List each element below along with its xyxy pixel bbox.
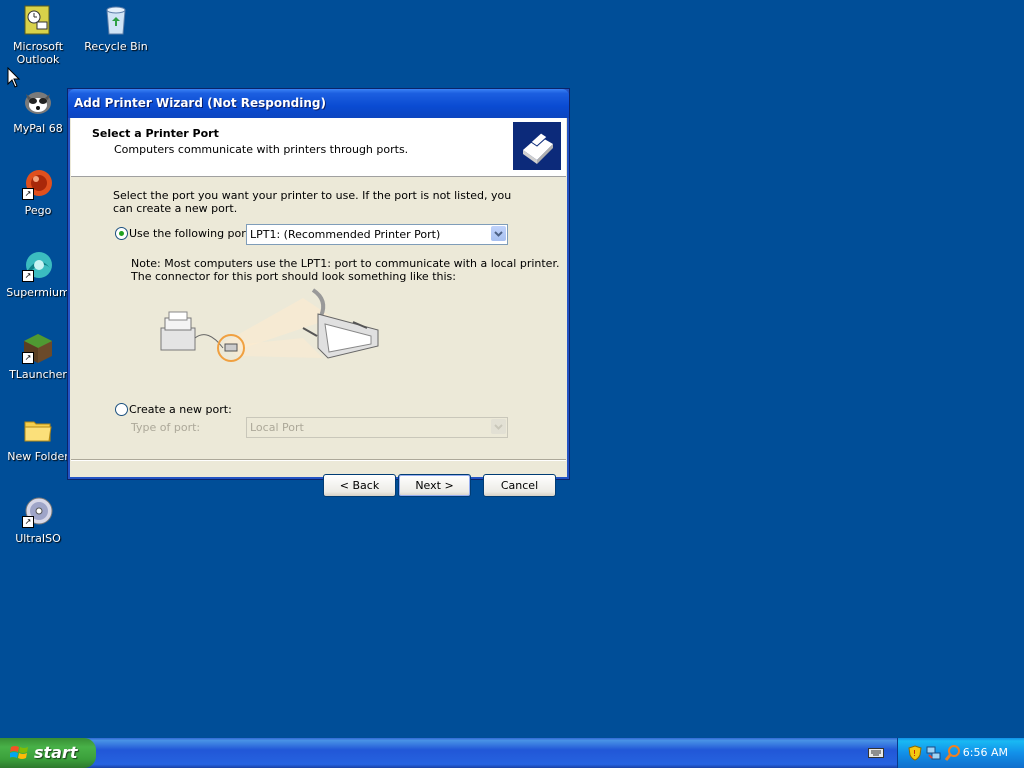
radio-selected-dot: [119, 231, 124, 236]
create-port-radio[interactable]: [115, 403, 128, 416]
port-select[interactable]: LPT1: (Recommended Printer Port): [246, 224, 508, 245]
chevron-down-icon: [494, 231, 503, 237]
shortcut-arrow-icon: ↗: [22, 270, 34, 282]
printer-header-icon: [513, 122, 561, 170]
port-type-select: Local Port: [246, 417, 508, 438]
mouse-cursor-icon: [7, 67, 21, 88]
window-title: Add Printer Wizard (Not Responding): [74, 96, 327, 110]
dropdown-button: [491, 419, 506, 434]
desktop-icon-label: Recycle Bin: [84, 40, 148, 53]
start-button[interactable]: start: [0, 738, 96, 768]
wizard-header: Select a Printer Port Computers communic…: [71, 118, 566, 177]
network-icon[interactable]: [926, 745, 942, 761]
desktop-icon-label: MyPal 68: [13, 122, 63, 135]
shortcut-arrow-icon: ↗: [22, 516, 34, 528]
supermium-icon: ↗: [22, 250, 54, 282]
desktop-icon-tlauncher[interactable]: ↗ TLauncher: [0, 332, 76, 381]
mypal-icon: [22, 86, 54, 118]
desktop-icon-pego[interactable]: ↗ Pego: [0, 168, 76, 217]
page-subtitle: Computers communicate with printers thro…: [114, 143, 409, 156]
use-port-radio[interactable]: [115, 227, 128, 240]
use-port-label[interactable]: Use the following port:: [129, 227, 254, 240]
shortcut-arrow-icon: ↗: [22, 352, 34, 364]
port-type-value: Local Port: [250, 421, 304, 434]
recycle-bin-icon: [100, 4, 132, 36]
desktop-icon-label: New Folder: [7, 450, 69, 463]
chevron-down-icon: [494, 424, 503, 430]
note-line-2: The connector for this port should look …: [131, 270, 456, 283]
dropdown-button[interactable]: [491, 226, 506, 241]
desktop-icon-label: UltraISO: [15, 532, 61, 545]
clock[interactable]: 6:56 AM: [963, 746, 1008, 759]
type-of-port-label: Type of port:: [131, 421, 201, 434]
create-port-label[interactable]: Create a new port:: [129, 403, 232, 416]
shortcut-arrow-icon: ↗: [22, 188, 34, 200]
tlauncher-icon: ↗: [22, 332, 54, 364]
desktop-icon-label: Pego: [24, 204, 52, 217]
desktop-icon-recycle-bin[interactable]: Recycle Bin: [78, 4, 154, 53]
desktop-icon-ultraiso[interactable]: ↗ UltraISO: [0, 496, 76, 545]
keyboard-icon[interactable]: [868, 747, 884, 759]
cancel-button[interactable]: Cancel: [483, 474, 556, 497]
svg-text:!: !: [913, 749, 916, 758]
desktop-icon-new-folder[interactable]: New Folder: [0, 414, 76, 463]
instruction-text: Select the port you want your printer to…: [113, 189, 512, 215]
port-select-value: LPT1: (Recommended Printer Port): [250, 228, 441, 241]
page-title: Select a Printer Port: [92, 127, 219, 140]
desktop-icon-label: Microsoft Outlook: [12, 40, 64, 66]
ultraiso-icon: ↗: [22, 496, 54, 528]
outlook-icon: [22, 4, 54, 36]
footer-divider: [71, 459, 566, 461]
taskbar: start ! 6:56 AM: [0, 738, 1024, 768]
add-printer-wizard-window: Add Printer Wizard (Not Responding) Sele…: [67, 88, 570, 497]
back-button[interactable]: < Back: [323, 474, 396, 497]
window-titlebar[interactable]: Add Printer Wizard (Not Responding): [68, 89, 569, 118]
pego-icon: ↗: [22, 168, 54, 200]
desktop-icon-mypal[interactable]: MyPal 68: [0, 86, 76, 135]
lpt-connector-illustration: [160, 288, 379, 362]
desktop-icon-supermium[interactable]: ↗ Supermium: [0, 250, 76, 299]
desktop-icon-label: Supermium: [6, 286, 70, 299]
note-line-1: Note: Most computers use the LPT1: port …: [131, 257, 560, 270]
wizard-body: Select a Printer Port Computers communic…: [71, 118, 566, 497]
desktop-icon-outlook[interactable]: Microsoft Outlook: [0, 4, 76, 66]
system-tray: ! 6:56 AM: [897, 738, 1024, 768]
security-shield-icon[interactable]: !: [908, 745, 922, 761]
folder-icon: [22, 414, 54, 446]
search-icon[interactable]: [945, 745, 961, 761]
start-label: start: [34, 743, 78, 762]
next-button[interactable]: Next >: [398, 474, 471, 497]
windows-logo-icon: [10, 746, 28, 759]
desktop-icon-label: TLauncher: [9, 368, 67, 381]
